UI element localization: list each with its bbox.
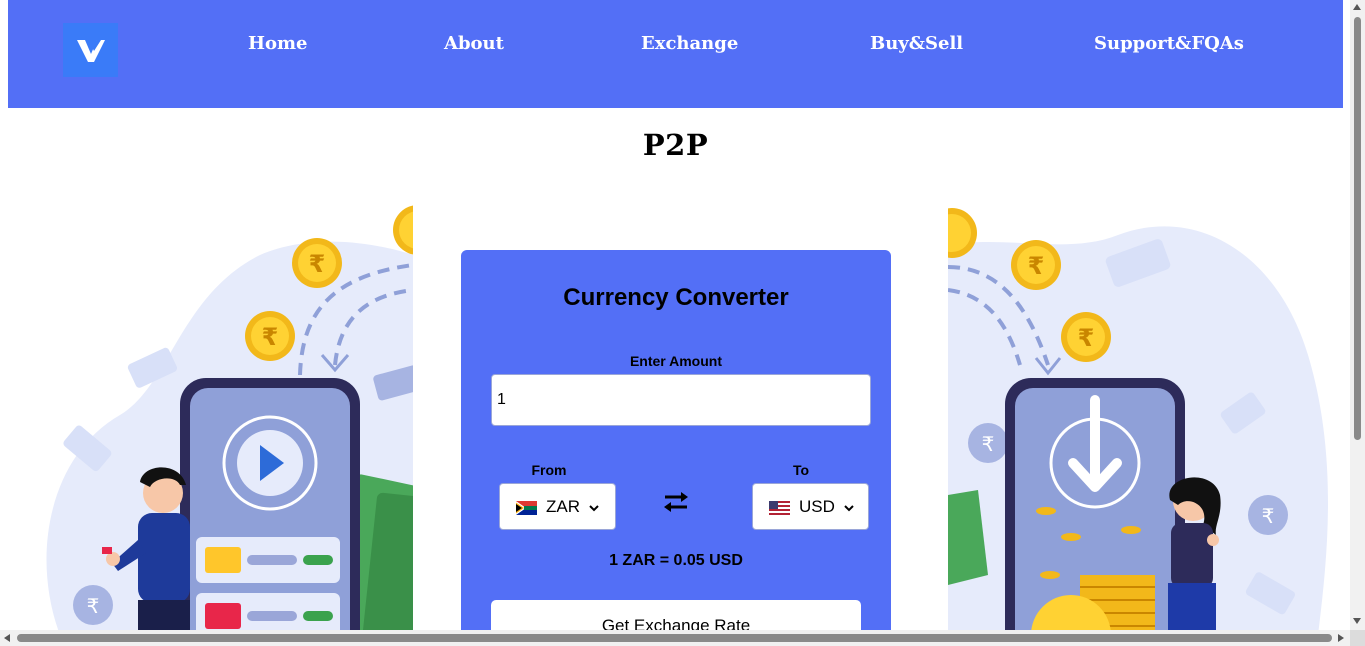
nav-support-faqs-link[interactable]: Support&FQAs <box>1094 33 1244 54</box>
svg-text:₹: ₹ <box>87 594 100 618</box>
payment-illustration-right: ₹ ₹ ₹ ₹ <box>948 195 1333 630</box>
get-exchange-rate-button[interactable]: Get Exchange Rate <box>491 600 861 630</box>
payment-illustration-left: ₹ ₹ ₹ <box>40 195 413 630</box>
to-currency-select[interactable]: USD <box>752 483 869 530</box>
svg-text:₹: ₹ <box>309 250 326 278</box>
chevron-down-icon <box>589 497 599 517</box>
scroll-up-arrow-icon[interactable] <box>1353 4 1361 10</box>
usa-flag-icon <box>769 500 790 515</box>
horizontal-scroll-thumb[interactable] <box>17 634 1332 642</box>
scroll-right-arrow-icon[interactable] <box>1338 634 1344 642</box>
amount-label: Enter Amount <box>629 353 723 369</box>
to-currency-value: USD <box>799 496 835 516</box>
exchange-rate-text: 1 ZAR = 0.05 USD <box>609 552 743 569</box>
svg-text:₹: ₹ <box>1078 324 1095 352</box>
to-label: To <box>792 462 810 478</box>
brand-logo-icon[interactable] <box>63 23 118 77</box>
currency-converter-card: Currency Converter Enter Amount 1 From T… <box>461 250 891 630</box>
scroll-left-arrow-icon[interactable] <box>4 634 10 642</box>
chevron-down-icon <box>844 497 854 517</box>
svg-text:₹: ₹ <box>982 432 995 456</box>
svg-text:₹: ₹ <box>262 323 279 351</box>
nav-exchange-link[interactable]: Exchange <box>641 33 738 54</box>
scroll-down-arrow-icon[interactable] <box>1353 618 1361 624</box>
from-label: From <box>531 462 567 478</box>
nav-buy-sell-link[interactable]: Buy&Sell <box>870 33 963 54</box>
swap-arrows-icon[interactable] <box>661 490 691 514</box>
converter-title: Currency Converter <box>563 284 789 311</box>
south-africa-flag-icon <box>516 500 537 515</box>
amount-input-value: 1 <box>497 391 506 408</box>
top-navbar: Home About Exchange Buy&Sell Support&FQA… <box>8 0 1343 108</box>
page: Home About Exchange Buy&Sell Support&FQA… <box>8 0 1343 630</box>
amount-input[interactable]: 1 <box>491 374 871 426</box>
svg-text:₹: ₹ <box>1028 252 1045 280</box>
vertical-scrollbar[interactable] <box>1350 0 1365 630</box>
nav-about-link[interactable]: About <box>444 33 504 54</box>
horizontal-scrollbar[interactable] <box>0 630 1350 646</box>
svg-text:₹: ₹ <box>1262 504 1275 528</box>
scrollbar-corner <box>1350 630 1365 646</box>
vertical-scroll-thumb[interactable] <box>1354 17 1361 440</box>
page-title: P2P <box>642 128 709 162</box>
from-currency-value: ZAR <box>546 496 580 516</box>
from-currency-select[interactable]: ZAR <box>499 483 616 530</box>
nav-home-link[interactable]: Home <box>248 33 308 54</box>
